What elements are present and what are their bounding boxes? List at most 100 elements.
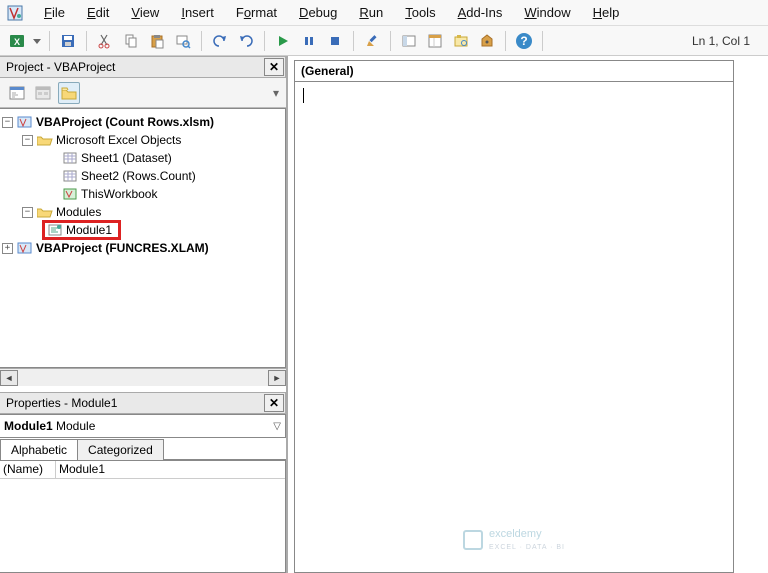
- sheet2-label: Sheet2 (Rows.Count): [81, 169, 196, 183]
- collapse-icon[interactable]: −: [2, 117, 13, 128]
- scroll-right-icon[interactable]: ►: [268, 370, 286, 386]
- menu-insert[interactable]: Insert: [171, 3, 224, 22]
- object-dropdown[interactable]: (General): [295, 64, 733, 78]
- highlight-module1: Module1: [42, 220, 121, 240]
- module-icon: [47, 223, 63, 237]
- project1-label: VBAProject (Count Rows.xlsm): [36, 115, 214, 129]
- workbook-icon: [62, 187, 78, 201]
- toolbar-separator: [201, 31, 202, 51]
- menu-edit[interactable]: Edit: [77, 3, 119, 22]
- copy-icon[interactable]: [120, 30, 142, 52]
- properties-window-icon[interactable]: [424, 30, 446, 52]
- view-excel-icon[interactable]: X: [6, 30, 28, 52]
- break-icon[interactable]: [298, 30, 320, 52]
- scroll-left-icon[interactable]: ◄: [0, 370, 18, 386]
- svg-text:?: ?: [520, 34, 527, 48]
- menu-debug[interactable]: Debug: [289, 3, 347, 22]
- view-object-icon[interactable]: [32, 82, 54, 104]
- toolbar-separator: [390, 31, 391, 51]
- tree-item-module1[interactable]: Module1: [2, 221, 283, 239]
- left-column: Project - VBAProject ✕ ▾ − VBAProject (C…: [0, 56, 288, 573]
- reset-icon[interactable]: [324, 30, 346, 52]
- toolbar-separator: [505, 31, 506, 51]
- tree-root-project1[interactable]: − VBAProject (Count Rows.xlsm): [2, 113, 283, 131]
- expand-icon[interactable]: +: [2, 243, 13, 254]
- property-row-name[interactable]: (Name) Module1: [0, 461, 285, 479]
- undo-icon[interactable]: [209, 30, 231, 52]
- module1-label: Module1: [66, 223, 112, 237]
- toolbar-separator: [86, 31, 87, 51]
- menu-addins[interactable]: Add-Ins: [448, 3, 513, 22]
- toolbar-separator: [49, 31, 50, 51]
- standard-toolbar: X ? Ln 1, Col 1: [0, 26, 768, 56]
- project-tree[interactable]: − VBAProject (Count Rows.xlsm) − Microso…: [0, 108, 286, 368]
- menu-help[interactable]: Help: [583, 3, 630, 22]
- chevron-down-icon: ▽: [273, 421, 281, 432]
- tree-root-project2[interactable]: + VBAProject (FUNCRES.XLAM): [2, 239, 283, 257]
- menu-window[interactable]: Window: [514, 3, 580, 22]
- tree-item-sheet1[interactable]: Sheet1 (Dataset): [2, 149, 283, 167]
- close-properties-pane-button[interactable]: ✕: [264, 394, 284, 412]
- modules-label: Modules: [56, 205, 101, 219]
- code-pane: (General) exceldemy EXCEL · DATA · BI: [288, 56, 768, 573]
- collapse-icon[interactable]: −: [22, 207, 33, 218]
- close-project-pane-button[interactable]: ✕: [264, 58, 284, 76]
- toolbox-icon[interactable]: [476, 30, 498, 52]
- worksheet-icon: [62, 151, 78, 165]
- scroll-track[interactable]: [18, 370, 268, 386]
- worksheet-icon: [62, 169, 78, 183]
- redo-icon[interactable]: [235, 30, 257, 52]
- tree-folder-excel-objects[interactable]: − Microsoft Excel Objects: [2, 131, 283, 149]
- properties-pane-title: Properties - Module1 ✕: [0, 392, 286, 414]
- menu-file[interactable]: File: [34, 3, 75, 22]
- tree-folder-modules[interactable]: − Modules: [2, 203, 283, 221]
- watermark-text: exceldemy EXCEL · DATA · BI: [489, 528, 565, 552]
- view-code-icon[interactable]: [6, 82, 28, 104]
- tab-categorized[interactable]: Categorized: [77, 439, 164, 460]
- menu-view[interactable]: View: [121, 3, 169, 22]
- design-mode-icon[interactable]: [361, 30, 383, 52]
- properties-title-text: Properties - Module1: [6, 396, 117, 410]
- property-key: (Name): [0, 461, 56, 478]
- menu-format[interactable]: Format: [226, 3, 287, 22]
- find-icon[interactable]: [172, 30, 194, 52]
- menu-run[interactable]: Run: [349, 3, 393, 22]
- save-icon[interactable]: [57, 30, 79, 52]
- code-object-bar: (General): [294, 60, 734, 82]
- watermark-logo-icon: [463, 530, 483, 550]
- vbaproject-icon: [17, 241, 33, 255]
- toolbar-separator: [264, 31, 265, 51]
- sheet1-label: Sheet1 (Dataset): [81, 151, 172, 165]
- paste-icon[interactable]: [146, 30, 168, 52]
- collapse-icon[interactable]: −: [22, 135, 33, 146]
- dropdown-icon[interactable]: [32, 30, 42, 52]
- project-explorer-icon[interactable]: [398, 30, 420, 52]
- toolbar-overflow-icon[interactable]: ▾: [270, 87, 282, 99]
- svg-text:X: X: [14, 37, 20, 47]
- menu-tools[interactable]: Tools: [395, 3, 445, 22]
- help-icon[interactable]: ?: [513, 30, 535, 52]
- tree-item-thisworkbook[interactable]: ThisWorkbook: [2, 185, 283, 203]
- vbaproject-icon: [17, 115, 33, 129]
- code-editor[interactable]: exceldemy EXCEL · DATA · BI: [294, 82, 734, 573]
- properties-object-selector[interactable]: Module1 Module ▽: [0, 414, 286, 438]
- object-dropdown-value: (General): [301, 64, 354, 78]
- cursor-position: Ln 1, Col 1: [692, 34, 750, 48]
- object-browser-icon[interactable]: [450, 30, 472, 52]
- thisworkbook-label: ThisWorkbook: [81, 187, 157, 201]
- toggle-folders-icon[interactable]: [58, 82, 80, 104]
- tab-alphabetic[interactable]: Alphabetic: [0, 439, 78, 460]
- toolbar-separator: [542, 31, 543, 51]
- run-icon[interactable]: [272, 30, 294, 52]
- tree-item-sheet2[interactable]: Sheet2 (Rows.Count): [2, 167, 283, 185]
- folder-open-icon: [37, 205, 53, 219]
- tree-horizontal-scrollbar[interactable]: ◄ ►: [0, 368, 286, 386]
- project2-label: VBAProject (FUNCRES.XLAM): [36, 241, 209, 255]
- properties-tabs: Alphabetic Categorized: [0, 438, 286, 460]
- menu-bar: File Edit View Insert Format Debug Run T…: [0, 0, 768, 26]
- cut-icon[interactable]: [94, 30, 116, 52]
- vba-app-icon: [6, 4, 24, 22]
- property-value[interactable]: Module1: [56, 461, 285, 478]
- properties-grid[interactable]: (Name) Module1: [0, 460, 286, 573]
- folder-open-icon: [37, 133, 53, 147]
